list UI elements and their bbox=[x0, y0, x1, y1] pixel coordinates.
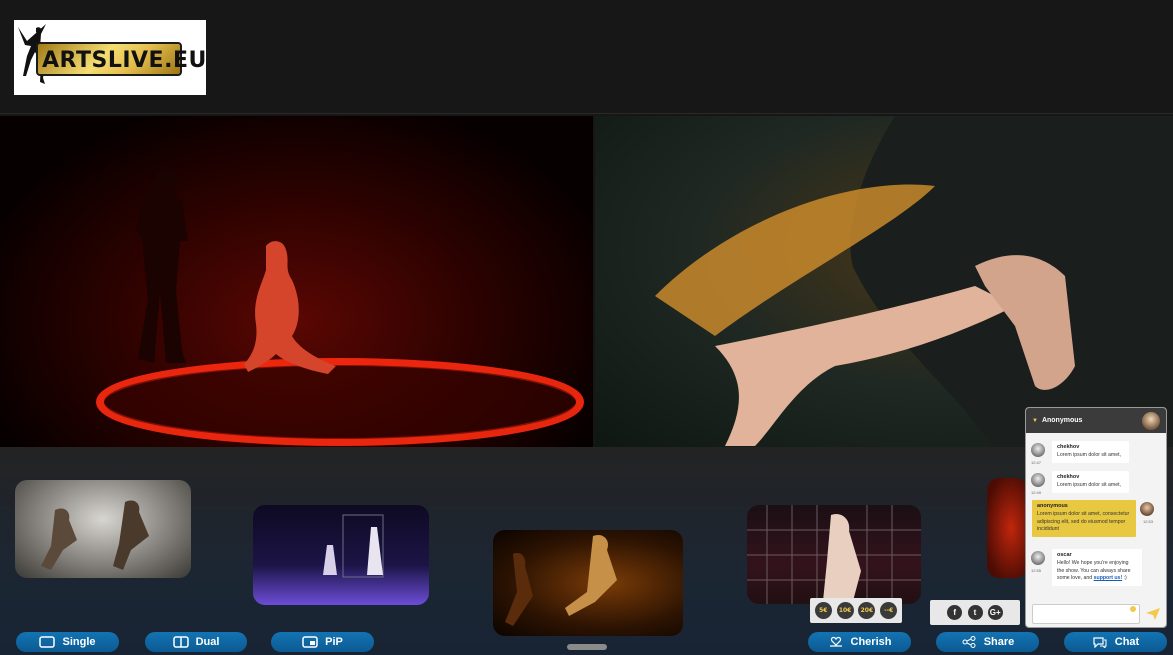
message-bubble: chekhov Lorem ipsum dolor sit amet, bbox=[1052, 441, 1129, 463]
fire-dancer-thumbnail-illustration bbox=[505, 534, 617, 626]
user-avatar bbox=[1142, 411, 1160, 430]
header: ARTSLIVE.EU bbox=[0, 0, 1173, 114]
chat-button[interactable]: Chat bbox=[1064, 632, 1167, 652]
video-stage-left[interactable] bbox=[0, 116, 593, 447]
donate-20-button[interactable]: 20€ bbox=[858, 602, 876, 619]
support-us-link[interactable]: support us! bbox=[1094, 575, 1123, 581]
chat-header[interactable]: ▼ Anonymous bbox=[1026, 408, 1166, 433]
playlist-thumbnail-2[interactable] bbox=[253, 505, 429, 605]
send-icon[interactable] bbox=[1145, 607, 1161, 621]
pip-view-icon bbox=[302, 636, 318, 648]
dual-view-button[interactable]: Dual bbox=[145, 632, 247, 652]
donate-custom-button[interactable]: --€ bbox=[880, 602, 898, 619]
message-time: 12:55 bbox=[1031, 568, 1042, 573]
message-text: Lorem ipsum dolor sit amet, bbox=[1057, 481, 1122, 488]
twitter-icon[interactable]: t bbox=[967, 605, 983, 620]
chat-icon bbox=[1093, 637, 1107, 648]
artslive-logo[interactable]: ARTSLIVE.EU bbox=[14, 20, 206, 95]
message-suffix: :) bbox=[1122, 575, 1127, 582]
pip-view-button[interactable]: PiP bbox=[271, 632, 374, 652]
grid-dancer-thumbnail-illustration bbox=[747, 505, 921, 604]
share-options: f t G+ bbox=[930, 600, 1020, 625]
message-text: Lorem ipsum dolor sit amet, consectetur … bbox=[1037, 510, 1130, 533]
chat-panel: ▼ Anonymous 12:47 chekhov Lorem ipsum do… bbox=[1025, 407, 1167, 628]
avatar bbox=[1031, 473, 1045, 487]
avatar bbox=[1031, 443, 1045, 457]
avatar bbox=[1031, 551, 1045, 565]
single-view-button[interactable]: Single bbox=[16, 632, 119, 652]
chat-username: Anonymous bbox=[1041, 417, 1083, 424]
video-stage-right[interactable] bbox=[595, 116, 1173, 447]
logo-text: ARTSLIVE.EU bbox=[42, 48, 207, 73]
donation-options: 5€ 10€ 20€ --€ bbox=[810, 598, 902, 623]
dual-view-label: Dual bbox=[195, 636, 220, 648]
playlist-thumbnail-1[interactable] bbox=[15, 480, 191, 578]
caret-down-icon[interactable]: ▼ bbox=[1032, 418, 1038, 424]
message-author: anonymous bbox=[1037, 503, 1068, 509]
message-text: Lorem ipsum dolor sit amet, bbox=[1057, 451, 1122, 458]
cherish-label: Cherish bbox=[850, 636, 892, 648]
single-view-icon bbox=[39, 636, 56, 648]
message-author: chekhov bbox=[1057, 444, 1080, 450]
embrace-scene-illustration bbox=[655, 116, 1173, 447]
message-author: oscar bbox=[1057, 552, 1072, 558]
message-time: 12:53 bbox=[1143, 519, 1154, 524]
message-time: 12:47 bbox=[1031, 460, 1042, 465]
playlist-thumbnail-3[interactable] bbox=[493, 530, 683, 636]
message-bubble: oscar Hello! We hope you're enjoying the… bbox=[1052, 549, 1142, 586]
share-icon bbox=[962, 636, 976, 648]
donate-10-button[interactable]: 10€ bbox=[836, 602, 854, 619]
emoji-icon[interactable] bbox=[1130, 606, 1136, 612]
message-author: chekhov bbox=[1057, 474, 1080, 480]
stage-scene-illustration bbox=[96, 168, 584, 446]
dual-view-icon bbox=[172, 636, 189, 648]
avatar bbox=[1140, 502, 1154, 516]
facebook-icon[interactable]: f bbox=[947, 605, 963, 620]
dancers-thumbnail-illustration bbox=[41, 500, 149, 570]
chat-label: Chat bbox=[1114, 636, 1140, 648]
share-label: Share bbox=[983, 636, 1015, 648]
share-button[interactable]: Share bbox=[936, 632, 1039, 652]
message-time: 12:49 bbox=[1031, 490, 1042, 495]
message-bubble: anonymous Lorem ipsum dolor sit amet, co… bbox=[1032, 500, 1136, 537]
cage-thumbnail-illustration bbox=[323, 514, 384, 578]
cherish-button[interactable]: Cherish bbox=[808, 632, 911, 652]
pip-view-label: PiP bbox=[325, 636, 343, 648]
donate-5-button[interactable]: 5€ bbox=[814, 602, 832, 619]
drawer-handle[interactable] bbox=[567, 644, 607, 650]
cherish-icon bbox=[829, 636, 842, 647]
playlist-thumbnail-4[interactable] bbox=[747, 505, 921, 604]
message-bubble: chekhov Lorem ipsum dolor sit amet, bbox=[1052, 471, 1129, 493]
chat-input[interactable] bbox=[1032, 604, 1140, 624]
google-plus-icon[interactable]: G+ bbox=[987, 605, 1003, 620]
single-view-label: Single bbox=[62, 636, 96, 648]
playlist-thumbnail-5[interactable] bbox=[987, 478, 1027, 578]
